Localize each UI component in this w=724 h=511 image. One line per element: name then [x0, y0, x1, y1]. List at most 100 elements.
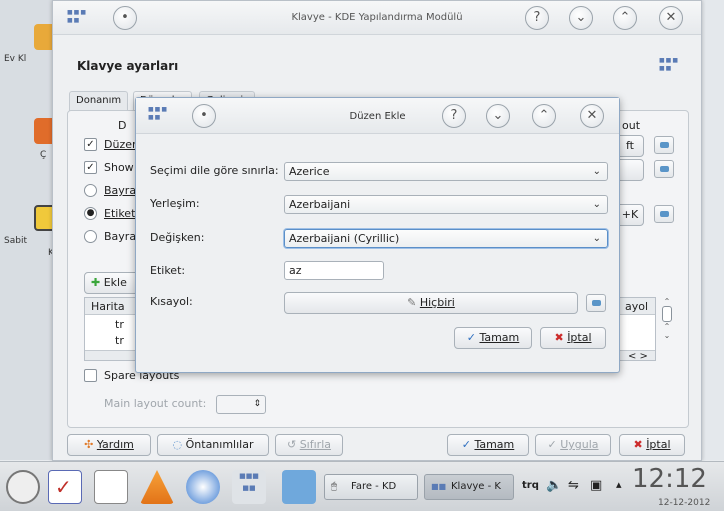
system-settings-icon[interactable] — [186, 470, 220, 504]
main-layout-count-label: Main layout count: — [104, 397, 207, 410]
window-title: Klavye - KDE Yapılandırma Modülü — [291, 12, 463, 23]
table-row[interactable]: tr — [115, 334, 124, 347]
ok-label: Tamam — [474, 438, 515, 451]
shortcut-button[interactable]: ft — [616, 135, 644, 157]
add-layout-dialog: ■■■ ■■ • Düzen Ekle ? ⌄ ⌃ ✕ Seçimi dile g… — [135, 97, 620, 373]
volume-icon[interactable]: 🔈 — [546, 478, 562, 493]
shortcut-button[interactable] — [616, 159, 644, 181]
option-radio[interactable]: ● — [84, 207, 97, 220]
keyboard-layout-indicator[interactable]: trq — [522, 480, 539, 491]
tag-input[interactable]: az — [284, 261, 384, 280]
keyboard-layout-icon[interactable]: ■■■ ■■ — [232, 470, 266, 504]
desktop-icon-label: Sabit — [4, 236, 27, 246]
help-icon: ✣ — [84, 438, 94, 451]
task-mouse-settings[interactable]: 🖱 Fare - KD — [324, 474, 418, 500]
defaults-icon: ◌ — [172, 438, 183, 451]
chevron-down-icon: ⌄ — [592, 199, 601, 210]
layout-combo[interactable]: Azerbaijani ⌄ — [284, 195, 608, 214]
vlc-icon[interactable] — [140, 470, 174, 504]
task-keyboard-settings[interactable]: ■■ Klavye - K — [424, 474, 514, 500]
table-row[interactable]: tr — [115, 318, 124, 331]
keyboard-icon[interactable] — [654, 205, 674, 223]
layout-label: Yerleşim: — [150, 197, 200, 210]
spare-layouts-checkbox[interactable] — [84, 369, 97, 382]
help-button[interactable]: ✣ Yardım — [67, 434, 151, 456]
tag-label: Etiket: — [150, 264, 186, 277]
desktop-icon-label: Ç — [40, 150, 47, 160]
maximize-icon[interactable]: ⌃ — [613, 6, 637, 30]
limit-language-combo[interactable]: Azerice ⌄ — [284, 162, 608, 181]
text-editor-icon[interactable]: ✓ — [48, 470, 82, 504]
reset-button[interactable]: ↺ Sıfırla — [275, 434, 343, 456]
column-header[interactable]: Harita — [91, 300, 125, 313]
tab-hardware[interactable]: Donanım — [69, 91, 129, 111]
cancel-button[interactable]: ✖ İptal — [619, 434, 685, 456]
apply-label: Uygula — [560, 438, 599, 451]
variant-combo[interactable]: Azerbaijani (Cyrillic) ⌄ — [284, 229, 608, 248]
option-label: Show — [104, 161, 134, 174]
desktop-icon-label: Ev Kl — [4, 54, 27, 64]
taskbar: ✓ ■■■ ■■ 🖱 Fare - KD ■■ Klavye - K trq 🔈 … — [0, 461, 724, 511]
mouse-icon: 🖱 — [331, 481, 337, 492]
window-titlebar[interactable]: ■■■ ■■ • Klavye - KDE Yapılandırma Modülü… — [53, 1, 701, 35]
kde-menu-icon[interactable] — [6, 470, 40, 504]
clock-time[interactable]: 12:12 — [632, 464, 707, 494]
keyboard-icon[interactable] — [586, 294, 606, 312]
task-label: Fare - KD — [351, 481, 397, 492]
keyboard-icon[interactable] — [654, 136, 674, 154]
network-display-icon[interactable] — [282, 470, 316, 504]
checkmark-icon: ✓ — [466, 331, 476, 344]
task-label: Klavye - K — [451, 481, 501, 492]
dialog-cancel-button[interactable]: ✖ İptal — [540, 327, 606, 349]
main-layout-count-spinbox[interactable]: ⇕ — [216, 395, 266, 414]
close-icon[interactable]: ✕ — [580, 104, 604, 128]
cancel-icon: ✖ — [633, 438, 643, 451]
dialog-cancel-label: İptal — [567, 331, 592, 344]
cancel-icon: ✖ — [554, 331, 564, 344]
desktop-right-strip — [702, 0, 724, 460]
dialog-ok-button[interactable]: ✓ Tamam — [454, 327, 532, 349]
keyboard-header-icon: ■■■ ■■ — [659, 57, 680, 72]
shortcut-button[interactable]: ✎ Hiçbiri — [284, 292, 578, 314]
close-icon[interactable]: ✕ — [659, 6, 683, 30]
maximize-icon[interactable]: ⌃ — [532, 104, 556, 128]
help-icon[interactable]: ? — [442, 104, 466, 128]
keyboard-icon[interactable] — [654, 160, 674, 178]
document-icon[interactable] — [94, 470, 128, 504]
option-checkbox[interactable]: ✓ — [84, 161, 97, 174]
keyboard-icon: ■■ — [431, 482, 447, 491]
minimize-icon[interactable]: ⌄ — [569, 6, 593, 30]
option-label: Bayra — [104, 184, 137, 197]
pen-icon: ✎ — [407, 296, 417, 309]
chevron-down-icon: ⌄ — [592, 166, 601, 177]
option-label: Bayra — [104, 230, 137, 243]
reset-label: Sıfırla — [299, 438, 331, 451]
help-icon[interactable]: ? — [525, 6, 549, 30]
limit-language-label: Seçimi dile göre sınırla: — [150, 164, 279, 177]
option-label: Etiket — [104, 207, 136, 220]
minimize-icon[interactable]: ⌄ — [486, 104, 510, 128]
shortcut-button[interactable]: +K — [616, 204, 644, 226]
option-radio[interactable] — [84, 184, 97, 197]
add-label: Ekle — [103, 276, 127, 289]
column-header-d: D — [118, 119, 127, 132]
chevron-down-icon: ⌄ — [592, 233, 601, 244]
checkmark-icon: ✓ — [547, 438, 557, 451]
layout-value: Azerbaijani — [289, 198, 351, 211]
plus-icon: ✚ — [91, 276, 101, 289]
scroll-arrows[interactable]: < > — [628, 351, 648, 362]
ok-button[interactable]: ✓ Tamam — [447, 434, 529, 456]
device-notifier-icon[interactable]: ▣ — [590, 478, 602, 493]
network-icon[interactable]: ⇋ — [568, 478, 579, 493]
tray-expand-icon[interactable]: ▴ — [616, 478, 622, 491]
vertical-scrollbar[interactable]: ⌃ ⌃ ⌄ — [660, 297, 674, 361]
dialog-titlebar[interactable]: ■■■ ■■ • Düzen Ekle ? ⌄ ⌃ ✕ — [136, 98, 619, 134]
option-radio[interactable] — [84, 230, 97, 243]
defaults-button[interactable]: ◌ Öntanımlılar — [157, 434, 269, 456]
option-checkbox[interactable]: ✓ — [84, 138, 97, 151]
column-header[interactable]: ayol — [625, 300, 648, 313]
shortcut-value: Hiçbiri — [419, 296, 455, 309]
apply-button[interactable]: ✓ Uygula — [535, 434, 611, 456]
help-label: Yardım — [96, 438, 134, 451]
clock-date: 12-12-2012 — [658, 498, 711, 508]
